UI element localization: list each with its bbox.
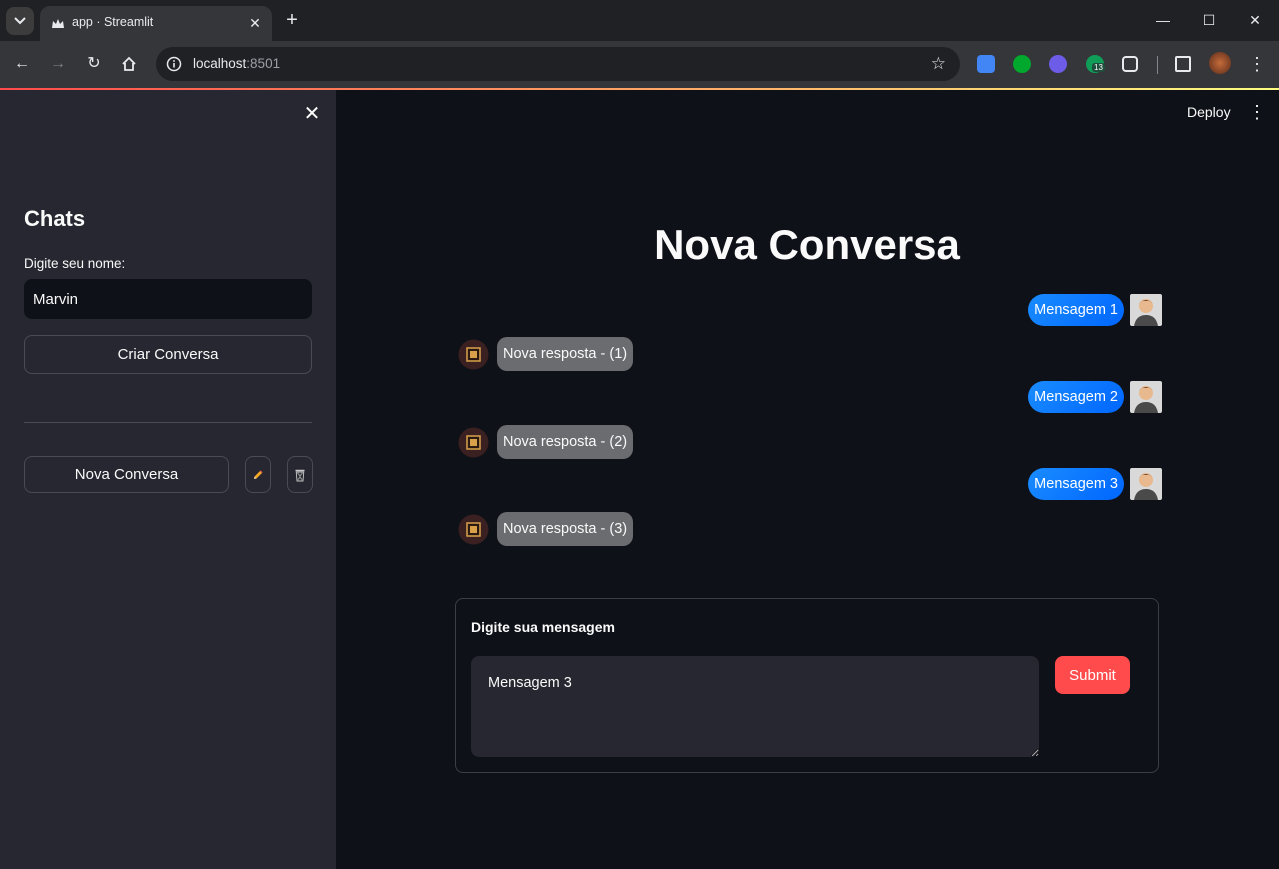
deploy-button[interactable]: Deploy	[1187, 104, 1231, 120]
gear-extension-icon[interactable]	[1049, 55, 1067, 73]
bot-message-bubble: Nova resposta - (3)	[497, 512, 634, 546]
name-label: Digite seu nome:	[24, 256, 126, 271]
delete-conversation-button[interactable]	[287, 456, 313, 493]
bot-avatar	[458, 514, 489, 544]
message-label: Digite sua mensagem	[471, 619, 615, 635]
user-avatar	[1130, 294, 1162, 326]
reload-icon[interactable]: ↻	[83, 53, 105, 75]
profile-avatar[interactable]	[1209, 52, 1231, 74]
browser-tab[interactable]: app · Streamlit ✕	[40, 6, 272, 41]
user-avatar	[1130, 381, 1162, 413]
close-icon[interactable]: ✕	[302, 104, 322, 124]
user-message-bubble: Mensagem 3	[1028, 468, 1124, 500]
create-conversation-button[interactable]: Criar Conversa	[24, 335, 312, 374]
tab-title: app · Streamlit	[72, 15, 154, 29]
bot-message: Nova resposta - (3)	[458, 510, 634, 548]
badge-extension-icon[interactable]: 13	[1086, 55, 1105, 73]
page-title: Nova Conversa	[654, 221, 960, 268]
message-textarea[interactable]: Mensagem 3	[471, 656, 1039, 757]
forward-icon[interactable]: →	[47, 53, 69, 75]
evernote-extension-icon[interactable]	[1013, 55, 1031, 73]
vertical-dots-icon[interactable]: ⋮	[1248, 102, 1266, 122]
url-text: localhost:8501	[193, 56, 281, 71]
user-avatar	[1130, 468, 1162, 500]
user-message: Mensagem 3	[1028, 466, 1162, 502]
trash-icon	[295, 469, 305, 481]
minimize-icon[interactable]: —	[1153, 10, 1173, 30]
pencil-icon	[254, 469, 263, 479]
sidebar: ✕ Chats Digite seu nome: Criar Conversa …	[0, 90, 336, 869]
streamlit-crown-icon	[52, 19, 64, 28]
name-input[interactable]	[24, 279, 312, 319]
back-icon[interactable]: ←	[11, 53, 33, 75]
user-message-bubble: Mensagem 2	[1028, 381, 1124, 413]
message-form: Digite sua mensagem Mensagem 3 Submit	[455, 598, 1159, 773]
bot-message: Nova resposta - (1)	[458, 335, 634, 373]
bookmark-star-icon[interactable]: ☆	[931, 54, 946, 74]
side-panel-icon[interactable]	[1175, 56, 1191, 72]
extension-badge: 13	[1092, 63, 1105, 72]
user-message: Mensagem 2	[1028, 379, 1162, 415]
bot-avatar	[458, 427, 489, 457]
submit-button[interactable]: Submit	[1055, 656, 1130, 694]
tab-close-icon[interactable]: ✕	[246, 14, 264, 32]
browser-tab-bar: app · Streamlit ✕ + — ☐ ✕	[0, 0, 1279, 41]
bot-message-bubble: Nova resposta - (2)	[497, 425, 634, 459]
extensions-puzzle-icon[interactable]	[1122, 56, 1138, 72]
new-tab-button[interactable]: +	[282, 10, 302, 30]
tab-search-button[interactable]	[6, 7, 34, 35]
home-icon[interactable]	[118, 53, 140, 75]
translate-extension-icon[interactable]	[977, 55, 995, 73]
conversation-item-button[interactable]: Nova Conversa	[24, 456, 229, 493]
bot-avatar	[458, 339, 489, 369]
bot-message-bubble: Nova resposta - (1)	[497, 337, 634, 371]
site-info-icon[interactable]	[166, 56, 182, 72]
chevron-down-icon	[14, 17, 26, 25]
browser-toolbar: ← → ↻ localhost:8501 ☆ 13 ⋮	[0, 41, 1279, 88]
window-close-icon[interactable]: ✕	[1245, 10, 1265, 30]
browser-menu-icon[interactable]: ⋮	[1246, 53, 1268, 75]
toolbar-divider	[1157, 56, 1158, 74]
user-message: Mensagem 1	[1028, 292, 1162, 328]
maximize-icon[interactable]: ☐	[1199, 10, 1219, 30]
bot-message: Nova resposta - (2)	[458, 423, 634, 461]
address-bar[interactable]: localhost:8501 ☆	[156, 47, 960, 81]
edit-conversation-button[interactable]	[245, 456, 271, 493]
sidebar-divider	[24, 422, 312, 423]
user-message-bubble: Mensagem 1	[1028, 294, 1124, 326]
sidebar-title: Chats	[24, 206, 86, 231]
